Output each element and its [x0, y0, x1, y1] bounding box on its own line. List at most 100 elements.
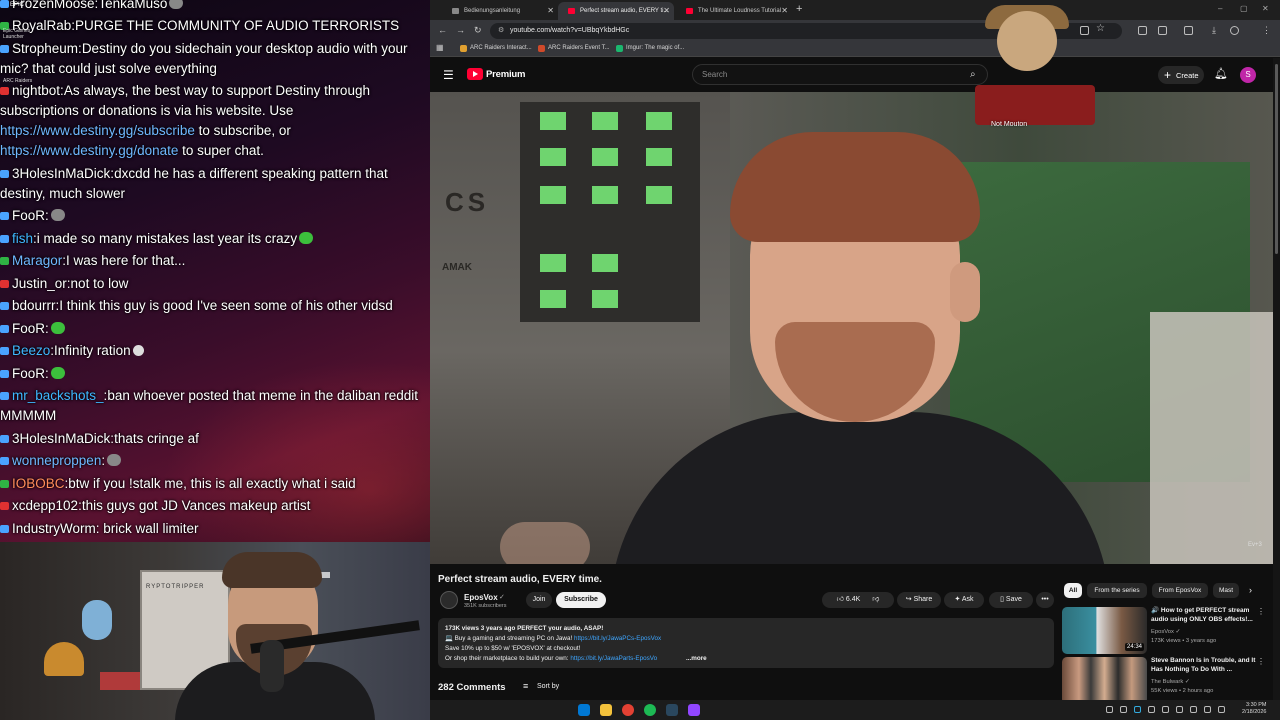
recommended-video-channel[interactable]: EposVox ✓ — [1151, 629, 1180, 635]
close-icon[interactable]: ✕ — [663, 6, 670, 15]
chip-mastering[interactable]: Mast — [1213, 583, 1239, 598]
download-icon[interactable]: ⤓ — [1212, 25, 1216, 36]
chat-username[interactable]: IOBOBC — [12, 476, 65, 491]
share-button[interactable]: ↪ Share — [897, 592, 941, 608]
bookmark-star-icon[interactable]: ☆ — [1096, 23, 1105, 34]
forward-arrow-icon[interactable]: → — [456, 25, 465, 35]
video-thumbnail[interactable]: 24:34 — [1062, 607, 1147, 654]
more-vertical-icon[interactable]: ⋮ — [1257, 657, 1265, 666]
join-button[interactable]: Join — [526, 592, 552, 608]
volume-icon[interactable] — [1204, 706, 1211, 713]
ask-button[interactable]: ✦ Ask — [944, 592, 984, 608]
new-tab-button[interactable]: + — [796, 3, 802, 15]
tray-icon[interactable] — [1120, 706, 1127, 713]
tray-icon[interactable] — [1148, 706, 1155, 713]
chat-username[interactable]: wonneproppen — [12, 453, 101, 468]
network-icon[interactable] — [1190, 706, 1197, 713]
chip-from-the-series[interactable]: From the series — [1087, 583, 1147, 598]
steam-icon[interactable] — [666, 704, 678, 716]
channel-name[interactable]: EposVox — [464, 593, 498, 602]
chat-username[interactable]: Stropheum — [12, 41, 78, 56]
bookmark-arc-raiders-interactive[interactable]: ARC Raiders Interact... — [460, 45, 532, 52]
menu-icon[interactable]: ☰ — [443, 68, 454, 82]
chat-username[interactable]: bdourrr — [12, 298, 56, 313]
chat-link[interactable]: https://www.destiny.gg/donate — [0, 143, 178, 158]
reload-icon[interactable]: ↻ — [474, 25, 482, 36]
chip-from-eposvox[interactable]: From EposVox — [1152, 583, 1208, 598]
chat-username[interactable]: FooR — [12, 321, 45, 336]
site-info-icon[interactable]: ⚙ — [498, 26, 504, 34]
chevron-right-icon[interactable]: › — [1249, 585, 1252, 595]
recommended-video-title[interactable]: 🔊 How to get PERFECT stream audio using … — [1151, 607, 1263, 624]
chat-username[interactable]: Justin_or — [12, 276, 67, 291]
close-icon[interactable]: ✕ — [781, 6, 788, 15]
recommended-video-title[interactable]: Steve Bannon Is in Trouble, and It Has N… — [1151, 657, 1263, 674]
chat-username[interactable]: xcdepp102 — [12, 498, 78, 513]
chat-username[interactable]: Beezo — [12, 343, 50, 358]
battery-icon[interactable] — [1218, 706, 1225, 713]
chat-username[interactable]: FooR — [12, 208, 45, 223]
description-more-link[interactable]: ...more — [686, 655, 707, 662]
description-link[interactable]: https://bit.ly/JawaParts-EposVo — [570, 655, 657, 662]
chat-link[interactable]: https://www.destiny.gg/subscribe — [0, 123, 195, 138]
tray-icon[interactable] — [1176, 706, 1183, 713]
page-scrollbar-thumb[interactable] — [1275, 64, 1278, 254]
bookmark-imgur[interactable]: Imgur: The magic of... — [616, 45, 684, 52]
start-menu-icon[interactable] — [578, 704, 590, 716]
more-vertical-icon[interactable]: ⋮ — [1257, 607, 1265, 616]
tray-icon[interactable] — [1162, 706, 1169, 713]
close-icon[interactable]: ✕ — [547, 6, 554, 15]
profile-icon[interactable] — [1230, 26, 1239, 35]
close-window-button[interactable]: ✕ — [1262, 4, 1269, 13]
recommended-video[interactable]: 24:34 🔊 How to get PERFECT stream audio … — [1062, 607, 1272, 655]
apps-grid-icon[interactable]: ▦ — [436, 43, 444, 52]
taskbar-clock[interactable]: 3:30 PM 2/18/2026 — [1242, 702, 1266, 716]
chat-username[interactable]: IndustryWorm — [12, 521, 96, 536]
app-icon[interactable] — [688, 704, 700, 716]
tab-ultimate-loudness[interactable]: The Ultimate Loudness Tutorial ✕ — [676, 2, 792, 20]
minimize-button[interactable]: – — [1218, 4, 1222, 13]
channel-avatar[interactable] — [440, 591, 458, 609]
chrome-icon[interactable] — [622, 704, 634, 716]
recommended-video-channel[interactable]: The Bulwark ✓ — [1151, 679, 1190, 685]
youtube-logo-icon[interactable] — [467, 68, 483, 80]
video-description[interactable]: 173K views 3 years ago PERFECT your audi… — [438, 618, 1054, 668]
save-button[interactable]: ▯ Save — [989, 592, 1033, 608]
description-link[interactable]: https://bit.ly/JawaPCs-EposVox — [574, 635, 661, 642]
chat-username[interactable]: 3HolesInMaDick — [12, 431, 110, 446]
tray-icon[interactable] — [1106, 706, 1113, 713]
chat-username[interactable]: FooR — [12, 366, 45, 381]
extension-icon[interactable] — [1158, 26, 1167, 35]
video-thumbnail[interactable] — [1062, 657, 1147, 700]
side-panel-icon[interactable] — [1184, 26, 1193, 35]
file-explorer-icon[interactable] — [600, 704, 612, 716]
search-input[interactable]: Search — [692, 64, 988, 85]
youtube-premium-label[interactable]: Premium — [486, 69, 525, 80]
chat-username[interactable]: mr_backshots_ — [12, 388, 104, 403]
bookmark-arc-raiders-event[interactable]: ARC Raiders Event T... — [538, 45, 610, 52]
recommended-video[interactable]: Steve Bannon Is in Trouble, and It Has N… — [1062, 657, 1272, 700]
spotify-icon[interactable] — [644, 704, 656, 716]
more-actions-button[interactable]: ••• — [1036, 592, 1054, 608]
browser-menu-icon[interactable]: ⋮ — [1262, 25, 1271, 36]
like-button[interactable]: 👍︎ 6.4K — [837, 596, 861, 603]
chat-username[interactable]: fish — [12, 231, 33, 246]
video-player[interactable]: CS AMAK — [430, 92, 1273, 564]
extension-icon[interactable] — [1138, 26, 1147, 35]
chat-username[interactable]: FrozenMoose — [12, 0, 95, 11]
subscribe-button[interactable]: Subscribe — [556, 592, 606, 608]
chat-username[interactable]: nightbot — [12, 83, 60, 98]
create-button[interactable]: + Create — [1158, 66, 1204, 84]
notifications-bell-icon[interactable]: 🔔︎ — [1214, 67, 1228, 80]
chat-username[interactable]: Maragor — [12, 253, 62, 268]
back-arrow-icon[interactable]: ← — [438, 25, 447, 35]
sort-comments-button[interactable]: Sort by — [523, 681, 559, 691]
dislike-button[interactable]: 👎︎ — [872, 596, 879, 603]
tab-bedienungsanleitung[interactable]: Bedienungsanleitung ✕ — [442, 2, 558, 20]
tray-icon[interactable] — [1134, 706, 1141, 713]
chip-all[interactable]: All — [1064, 583, 1082, 598]
user-avatar[interactable]: S — [1240, 67, 1256, 83]
maximize-button[interactable]: ▢ — [1240, 4, 1248, 13]
chat-username[interactable]: 3HolesInMaDick — [12, 166, 110, 181]
tab-perfect-stream-audio[interactable]: Perfect stream audio, EVERY ti... ✕ — [558, 2, 674, 20]
